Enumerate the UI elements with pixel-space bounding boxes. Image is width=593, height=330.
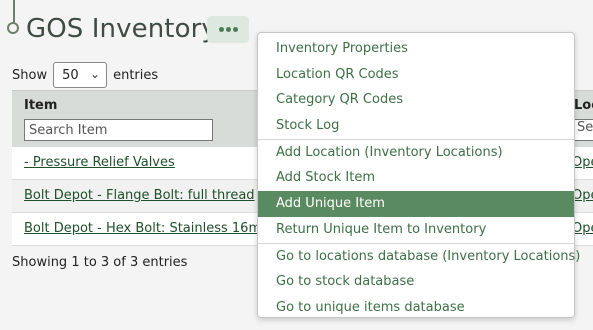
- ellipsis-icon: [218, 27, 224, 32]
- show-label: Show: [12, 67, 48, 83]
- menu-item-add-stock-item[interactable]: Add Stock Item: [258, 165, 574, 191]
- entries-per-page-value: 50: [62, 67, 79, 83]
- menu-item-add-location[interactable]: Add Location (Inventory Locations): [258, 140, 574, 166]
- menu-item-inventory-properties[interactable]: Inventory Properties: [258, 36, 574, 62]
- menu-item-location-qr-codes[interactable]: Location QR Codes: [258, 62, 574, 88]
- menu-item-go-to-stock-db[interactable]: Go to stock database: [258, 269, 574, 295]
- column-header-item[interactable]: Item: [24, 98, 57, 113]
- more-options-button[interactable]: [207, 16, 249, 43]
- timeline-line: [13, 0, 15, 24]
- length-control: Show 50 ⌄ entries: [12, 62, 158, 88]
- chevron-down-icon: ⌄: [90, 67, 101, 81]
- entries-label: entries: [113, 67, 159, 83]
- options-dropdown-menu: Inventory Properties Location QR Codes C…: [257, 32, 580, 321]
- menu-item-return-unique-item[interactable]: Return Unique Item to Inventory: [258, 217, 574, 243]
- table-info: Showing 1 to 3 of 3 entries: [12, 255, 188, 270]
- entries-per-page-select[interactable]: 50 ⌄: [53, 62, 108, 88]
- location-link[interactable]: Ope: [572, 221, 593, 236]
- location-link[interactable]: Ope: [572, 155, 593, 170]
- item-link[interactable]: Bolt Depot - Hex Bolt: Stainless 16m: [24, 221, 261, 236]
- timeline-node-icon: [7, 22, 19, 34]
- menu-item-add-unique-item[interactable]: Add Unique Item: [258, 191, 574, 217]
- item-link[interactable]: - Pressure Relief Valves: [24, 155, 175, 170]
- menu-item-go-to-unique-items-db[interactable]: Go to unique items database: [258, 295, 574, 321]
- search-location-input[interactable]: Sear: [572, 119, 593, 141]
- location-link[interactable]: Ope: [572, 188, 593, 203]
- column-header-location[interactable]: Locat: [574, 98, 593, 113]
- search-item-input[interactable]: [24, 119, 213, 141]
- menu-item-go-to-locations-db[interactable]: Go to locations database (Inventory Loca…: [258, 244, 580, 270]
- menu-item-stock-log[interactable]: Stock Log: [258, 113, 574, 139]
- item-link[interactable]: Bolt Depot - Flange Bolt: full thread: [24, 188, 255, 203]
- page-title: GOS Inventory: [26, 14, 217, 44]
- menu-item-category-qr-codes[interactable]: Category QR Codes: [258, 87, 574, 113]
